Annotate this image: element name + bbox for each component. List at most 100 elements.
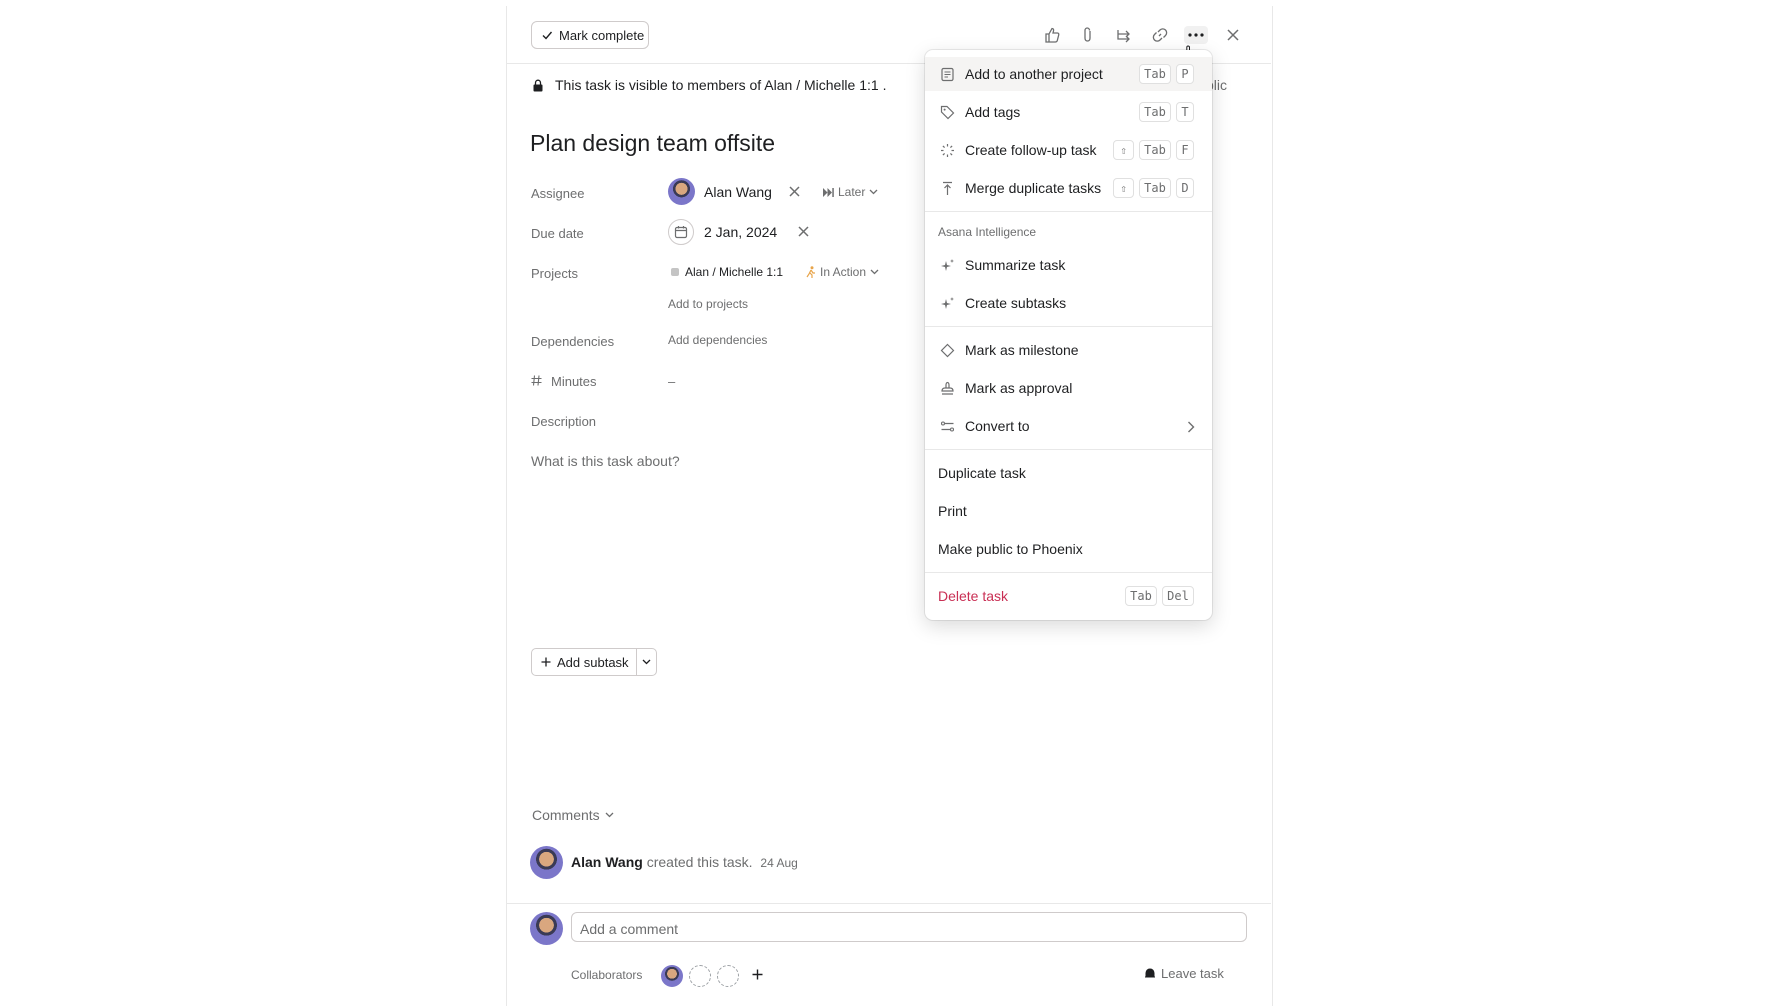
menu-item-label: Mark as milestone: [965, 342, 1079, 358]
collaborator-avatar[interactable]: [661, 965, 683, 987]
bell-icon: [1145, 967, 1155, 977]
description-input[interactable]: What is this task about?: [531, 453, 680, 469]
menu-item-add-tags[interactable]: Add tags Tab T: [925, 95, 1212, 129]
close-icon[interactable]: [1224, 26, 1242, 44]
chevron-right-icon: [1187, 420, 1195, 436]
clear-due-date-icon[interactable]: [798, 226, 809, 237]
sparkle-icon: [938, 294, 956, 312]
menu-item-label: Make public to Phoenix: [938, 541, 1083, 557]
menu-item-label: Create follow-up task: [965, 142, 1097, 158]
tag-icon: [938, 103, 956, 121]
menu-item-print[interactable]: Print: [925, 494, 1212, 528]
add-to-projects-link[interactable]: Add to projects: [668, 297, 748, 311]
description-label: Description: [531, 414, 597, 429]
thumbs-up-icon[interactable]: [1043, 26, 1061, 44]
menu-item-create-follow-up-task[interactable]: Create follow-up task ⇧ Tab F: [925, 133, 1212, 167]
shortcut-key: F: [1176, 140, 1194, 160]
add-collaborator-placeholder-icon[interactable]: [717, 965, 739, 987]
project-section-label: In Action: [820, 265, 867, 279]
menu-item-make-public[interactable]: Make public to Phoenix: [925, 532, 1212, 566]
add-dependencies-link[interactable]: Add dependencies: [668, 333, 767, 347]
lock-icon: [532, 79, 544, 92]
due-date-label: Due date: [531, 226, 584, 241]
dependencies-label: Dependencies: [531, 334, 615, 349]
add-subtask-dropdown[interactable]: [636, 648, 657, 676]
link-icon[interactable]: [1151, 26, 1169, 44]
menu-divider: [925, 449, 1212, 450]
more-icon[interactable]: [1184, 26, 1208, 44]
menu-item-add-to-another-project[interactable]: Add to another project Tab P: [925, 57, 1212, 91]
sparkle-icon: [938, 256, 956, 274]
add-subtask-button[interactable]: Add subtask: [531, 648, 638, 676]
due-date-value[interactable]: 2 Jan, 2024: [704, 224, 777, 240]
menu-item-label: Delete task: [938, 588, 1009, 604]
comment-placeholder: Add a comment: [580, 921, 679, 937]
activity-entry: Alan Wang created this task. 24 Aug: [571, 854, 798, 870]
comment-divider: [507, 903, 1271, 904]
menu-item-summarize-task[interactable]: Summarize task: [925, 248, 1212, 282]
menu-item-label: Convert to: [965, 418, 1030, 434]
menu-item-label: Create subtasks: [965, 295, 1067, 311]
comments-header: Comments: [532, 807, 600, 823]
menu-divider: [925, 572, 1212, 573]
chevron-down-icon: [642, 659, 651, 665]
skip-forward-icon: [823, 187, 834, 197]
activity-avatar: [530, 846, 563, 879]
menu-item-duplicate-task[interactable]: Duplicate task: [925, 456, 1212, 490]
shortcut-key: ⇧: [1113, 140, 1134, 160]
add-collaborator-placeholder-icon[interactable]: [689, 965, 711, 987]
menu-item-mark-as-milestone[interactable]: Mark as milestone: [925, 333, 1212, 367]
menu-item-label: Print: [938, 503, 967, 519]
comments-toggle[interactable]: Comments: [532, 807, 614, 823]
activity-author[interactable]: Alan Wang: [571, 854, 643, 870]
menu-item-label: Duplicate task: [938, 465, 1026, 481]
add-collaborator-plus-icon[interactable]: [752, 969, 763, 980]
paperclip-icon[interactable]: [1079, 26, 1097, 44]
later-button[interactable]: Later: [823, 185, 878, 199]
menu-item-mark-as-approval[interactable]: Mark as approval: [925, 371, 1212, 405]
project-section-button[interactable]: In Action: [806, 265, 879, 279]
menu-section-header: Asana Intelligence: [938, 225, 1037, 239]
checkmark-icon: [541, 29, 553, 41]
task-title[interactable]: Plan design team offsite: [530, 130, 775, 157]
follow-up-icon: [938, 141, 956, 159]
mark-complete-button[interactable]: Mark complete: [531, 21, 649, 49]
menu-item-create-subtasks[interactable]: Create subtasks: [925, 286, 1212, 320]
hash-icon: [531, 375, 542, 386]
menu-item-delete-task[interactable]: Delete task Tab Del: [925, 579, 1212, 613]
menu-item-label: Add tags: [965, 104, 1021, 120]
menu-item-label: Summarize task: [965, 257, 1066, 273]
clear-assignee-icon[interactable]: [789, 186, 800, 197]
menu-item-label: Mark as approval: [965, 380, 1073, 396]
shortcut-key: Tab: [1139, 64, 1171, 84]
shortcut-key: ⇧: [1113, 178, 1134, 198]
shortcut-key: Tab: [1139, 102, 1171, 122]
minutes-label: Minutes: [551, 374, 597, 389]
calendar-icon[interactable]: [668, 219, 694, 245]
menu-item-convert-to[interactable]: Convert to: [925, 409, 1212, 443]
project-color-dot: [671, 268, 679, 276]
menu-item-label: Merge duplicate tasks: [965, 180, 1102, 196]
add-subtask-label: Add subtask: [557, 654, 629, 670]
diamond-icon: [938, 341, 956, 359]
current-user-avatar: [530, 912, 563, 945]
leave-task-button[interactable]: Leave task: [1143, 966, 1224, 981]
chevron-down-icon: [870, 269, 879, 275]
plus-icon: [541, 657, 551, 667]
assignee-name[interactable]: Alan Wang: [704, 184, 772, 200]
shortcut-key: Del: [1162, 586, 1194, 606]
shortcut-key: Tab: [1125, 586, 1157, 606]
shortcut-key: Tab: [1139, 140, 1171, 160]
later-label: Later: [838, 185, 866, 199]
comment-input[interactable]: Add a comment: [571, 912, 1247, 942]
subtask-icon[interactable]: [1115, 26, 1133, 44]
minutes-value[interactable]: –: [668, 374, 675, 389]
convert-icon: [938, 417, 956, 435]
project-name[interactable]: Alan / Michelle 1:1: [685, 265, 783, 279]
shortcut-key: D: [1176, 178, 1194, 198]
projects-label: Projects: [531, 266, 578, 281]
shortcut-key: T: [1176, 102, 1194, 122]
shortcut-key: P: [1176, 64, 1194, 84]
running-person-icon: [806, 266, 815, 278]
menu-item-merge-duplicate-tasks[interactable]: Merge duplicate tasks ⇧ Tab D: [925, 171, 1212, 205]
